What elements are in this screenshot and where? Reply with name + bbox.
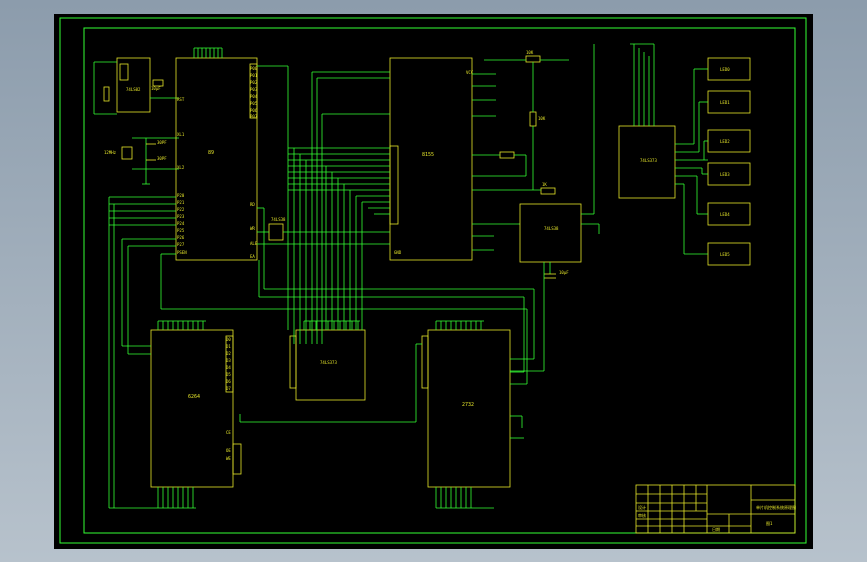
bus-wires xyxy=(108,65,545,509)
ram-bottom-pins xyxy=(157,487,196,509)
mcu-pin-p03: P03 xyxy=(250,87,258,92)
mcu-pin-p01: P01 xyxy=(250,73,258,78)
mcu-pin-p00: P00 xyxy=(250,66,258,71)
mcu-pin-rd: RD xyxy=(250,202,255,207)
cad-viewport[interactable]: 74LS02 12MHz 30PF 30PF 10μF 89 RST XL1 X… xyxy=(54,14,813,549)
mcu-block xyxy=(175,57,258,261)
sheet-number: 图1 xyxy=(766,520,773,526)
led-boxes xyxy=(707,57,751,266)
mcu-pin-ale: ALE xyxy=(250,241,258,246)
mcu-pin-p25: P25 xyxy=(177,228,185,233)
led-driver-label: 74LS373 xyxy=(640,158,657,163)
eprom-block xyxy=(421,329,511,488)
rc-network xyxy=(472,55,569,237)
latch-label: 74LS373 xyxy=(320,360,337,365)
title-cell-design: 设计 xyxy=(638,504,646,510)
led-box-3-label: LED3 xyxy=(720,172,730,177)
led-box-4-label: LED4 xyxy=(720,212,730,217)
res3-label: 1K xyxy=(542,182,547,187)
cap2-label: 30PF xyxy=(157,156,167,161)
logic-chip-label: 74LS02 xyxy=(126,87,141,92)
led-box-1-label: LED1 xyxy=(720,100,730,105)
res2-label: 10K xyxy=(538,116,546,121)
cap4-label: 10μF xyxy=(559,270,569,275)
ram-pin-d7: D7 xyxy=(226,386,231,391)
ram-label: 6264 xyxy=(188,394,200,400)
title-cell-review: 审核 xyxy=(638,512,646,518)
mcu-pin-p22: P22 xyxy=(177,207,185,212)
mcu-pin-wr: WR xyxy=(250,226,255,231)
ram-pin-d6: D6 xyxy=(226,379,231,384)
cpld-pin-gnd: GND xyxy=(394,250,402,255)
driver-label: 74LS38 xyxy=(544,226,559,231)
logic-chip-block xyxy=(93,57,179,115)
cap3-label: 10μF xyxy=(151,86,161,91)
schematic-drawing: 74LS02 12MHz 30PF 30PF 10μF 89 RST XL1 X… xyxy=(59,17,807,544)
eprom-bottom-pins xyxy=(435,487,474,509)
res1-label: 10K xyxy=(526,50,534,55)
ram-top-pins xyxy=(157,320,206,330)
led-wires xyxy=(581,43,708,255)
mcu-pin-p23: P23 xyxy=(177,214,185,219)
mcu-pin-p05: P05 xyxy=(250,101,258,106)
inner-frame xyxy=(83,27,796,534)
mcu-label: 89 xyxy=(208,150,214,156)
ram-pin-d0: D0 xyxy=(226,337,231,342)
mcu-pin-p06: P06 xyxy=(250,108,258,113)
decoder-box xyxy=(268,223,284,241)
ram-pin-d2: D2 xyxy=(226,351,231,356)
mcu-pin-p02: P02 xyxy=(250,80,258,85)
led-box-2-label: LED2 xyxy=(720,139,730,144)
drawing-title: 单片机控制系统原理图 xyxy=(756,504,796,510)
mcu-pin-p26: P26 xyxy=(177,235,185,240)
mcu-pin-psen: PSEN xyxy=(177,250,187,255)
mcu-pin-p27: P27 xyxy=(177,242,185,247)
decoder-label: 74LS38 xyxy=(271,217,286,222)
ram-pin-ce: CE xyxy=(226,430,231,435)
crystal-label: 12MHz xyxy=(104,150,117,155)
mcu-pin-p24: P24 xyxy=(177,221,185,226)
led-box-0-label: LED0 xyxy=(720,67,730,72)
mcu-pin-xl1: XL1 xyxy=(177,132,185,137)
mcu-pin-xl2: XL2 xyxy=(177,165,185,170)
mcu-pin-p04: P04 xyxy=(250,94,258,99)
ram-pin-d3: D3 xyxy=(226,358,231,363)
ram-pin-d5: D5 xyxy=(226,372,231,377)
cpld-label: 8155 xyxy=(422,152,434,158)
ram-pin-we: WE xyxy=(226,456,231,461)
driver-block xyxy=(519,203,582,279)
ram-pin-d4: D4 xyxy=(226,365,231,370)
mcu-top-pins xyxy=(193,47,223,58)
mcu-pin-ea: EA xyxy=(250,254,255,259)
ram-pin-oe: OE xyxy=(226,448,231,453)
cpld-block xyxy=(389,57,473,261)
mcu-pin-p21: P21 xyxy=(177,200,185,205)
ram-pin-d1: D1 xyxy=(226,344,231,349)
eprom-top-pins xyxy=(435,320,484,330)
eprom-label: 2732 xyxy=(462,402,474,408)
title-cell-date: 日期 xyxy=(712,526,720,532)
mcu-pin-p07: P07 xyxy=(250,114,258,119)
crystal-network xyxy=(121,137,179,185)
mcu-pin-rst: RST xyxy=(177,97,185,102)
latch-block xyxy=(289,329,366,401)
mcu-pin-p20: P20 xyxy=(177,193,185,198)
led-box-5-label: LED5 xyxy=(720,252,730,257)
cap1-label: 30PF xyxy=(157,140,167,145)
